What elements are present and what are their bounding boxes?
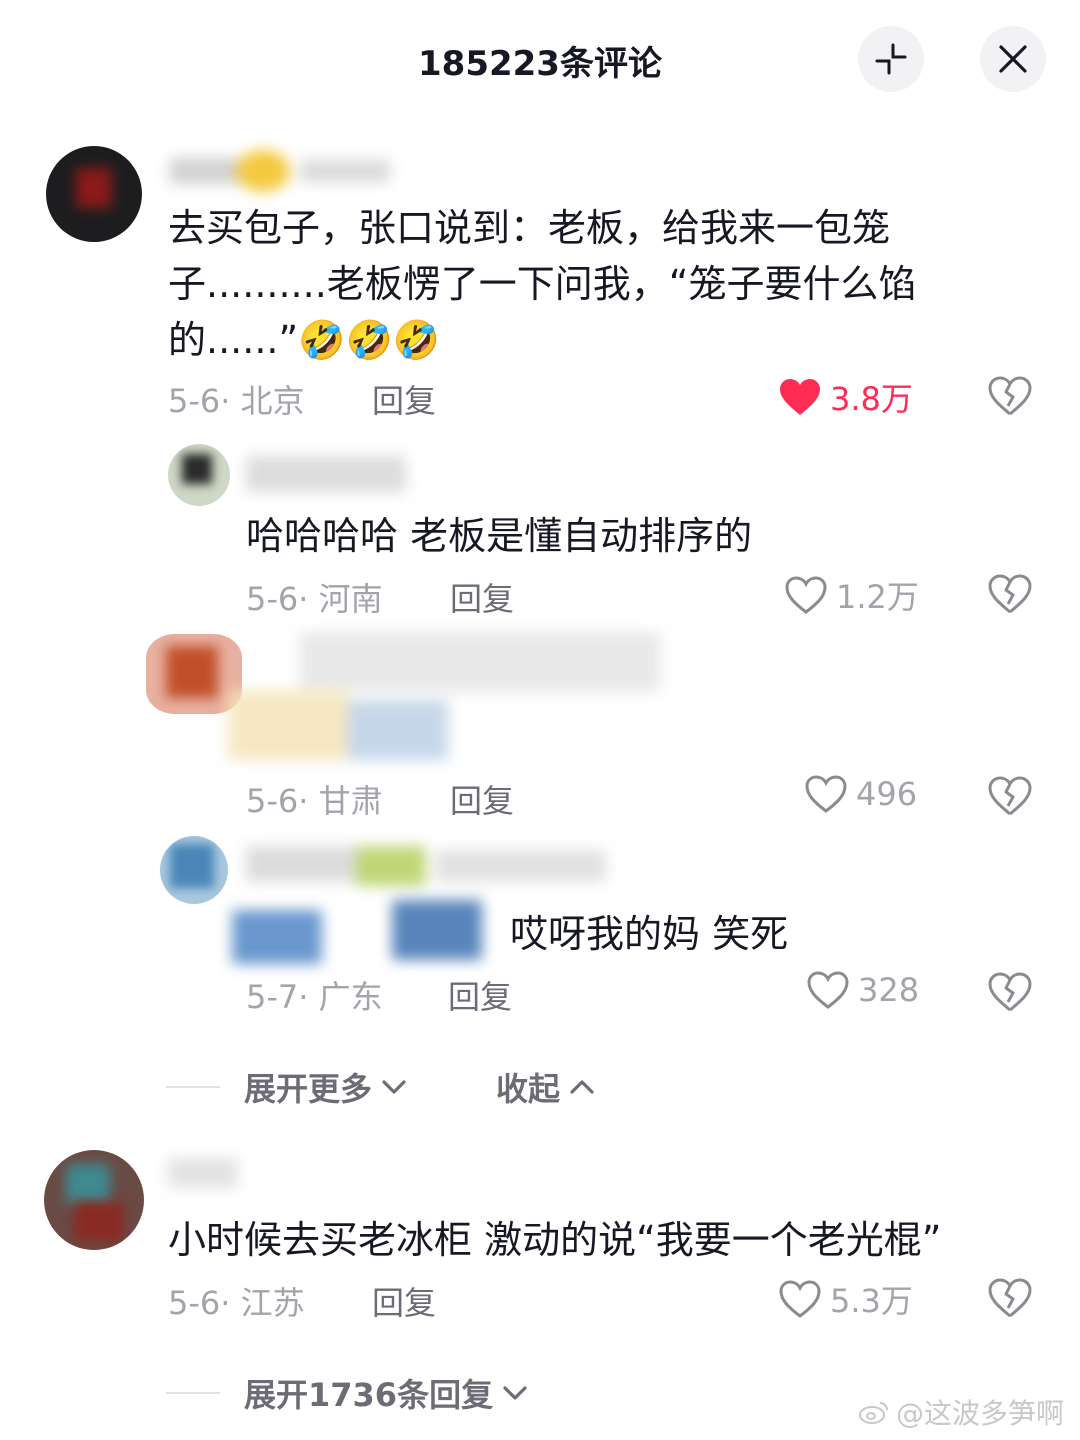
comment-text: 去买包子，张口说到：老板，给我来一包笼子..........老板愣了一下问我，“…: [168, 206, 917, 362]
expand-replies-row: 展开1736条回复: [166, 1370, 529, 1416]
divider: [166, 1392, 220, 1394]
comments-header: 185223条评论: [0, 0, 1080, 120]
expand-more-button[interactable]: 展开更多: [244, 1064, 408, 1110]
heart-outline-icon: [779, 1280, 821, 1318]
dislike-button[interactable]: [988, 776, 1032, 820]
avatar[interactable]: [44, 1150, 144, 1250]
like-button[interactable]: 3.8万: [778, 374, 913, 420]
like-button[interactable]: 496: [804, 774, 917, 814]
heart-filled-icon: [780, 379, 820, 415]
weibo-logo-icon: [859, 1402, 888, 1424]
avatar[interactable]: [168, 444, 230, 506]
dislike-button[interactable]: [988, 376, 1032, 420]
collapse-button[interactable]: 收起: [496, 1064, 596, 1110]
username-blurred[interactable]: [246, 846, 606, 886]
expand-replies-label: 展开1736条回复: [244, 1376, 494, 1414]
weibo-watermark: @这波多笋啊: [858, 1392, 1064, 1432]
broken-heart-icon: [988, 972, 1032, 1012]
username-blurred[interactable]: [170, 150, 390, 192]
watermark-text: @这波多笋啊: [896, 1397, 1065, 1430]
expand-replies-button[interactable]: 展开1736条回复: [244, 1370, 529, 1416]
like-count: 1.2万: [836, 578, 919, 616]
collapse-label: 收起: [496, 1070, 561, 1108]
collapse-arrows-icon: [875, 43, 907, 75]
reply-date-location: 5-6· 甘肃: [246, 782, 383, 820]
reply-text: 哎呀我的妈 笑死: [510, 912, 789, 956]
comment-date-location: 5-6· 北京: [168, 382, 305, 420]
reply-button[interactable]: 回复: [448, 972, 512, 1018]
close-button[interactable]: [980, 26, 1046, 92]
minimize-button[interactable]: [858, 26, 924, 92]
like-count: 3.8万: [830, 380, 913, 418]
avatar[interactable]: [46, 146, 142, 242]
thread-controls: 展开更多 收起: [166, 1064, 596, 1110]
broken-heart-icon: [988, 376, 1032, 416]
like-button[interactable]: 1.2万: [784, 572, 919, 618]
reply-date-location: 5-7· 广东: [246, 978, 383, 1016]
reply-button[interactable]: 回复: [450, 574, 514, 620]
avatar[interactable]: [160, 836, 228, 904]
dislike-button[interactable]: [988, 972, 1032, 1016]
like-button[interactable]: 5.3万: [778, 1276, 913, 1322]
broken-heart-icon: [988, 776, 1032, 816]
comment-date-location: 5-6· 江苏: [168, 1284, 305, 1322]
reply-mention-blurred: [232, 900, 492, 964]
chevron-down-icon: [503, 1386, 527, 1400]
like-count: 496: [856, 775, 918, 813]
reply-date-location: 5-6· 河南: [246, 580, 383, 618]
username-blurred[interactable]: [168, 1158, 238, 1188]
dislike-button[interactable]: [988, 574, 1032, 618]
username-blurred[interactable]: [246, 456, 406, 492]
heart-outline-icon: [807, 971, 849, 1009]
reply-button[interactable]: 回复: [450, 776, 514, 822]
expand-more-label: 展开更多: [244, 1070, 373, 1108]
chevron-down-icon: [382, 1080, 406, 1094]
close-icon: [999, 45, 1027, 73]
reply-text: 哈哈哈哈 老板是懂自动排序的: [246, 514, 753, 558]
like-count: 5.3万: [830, 1282, 913, 1320]
reply-button[interactable]: 回复: [372, 1278, 436, 1324]
heart-outline-icon: [785, 576, 827, 614]
broken-heart-icon: [988, 1278, 1032, 1318]
like-count: 328: [858, 971, 920, 1009]
reply-button[interactable]: 回复: [372, 376, 436, 422]
broken-heart-icon: [988, 574, 1032, 614]
divider: [166, 1086, 220, 1088]
chevron-up-icon: [570, 1080, 594, 1094]
dislike-button[interactable]: [988, 1278, 1032, 1322]
reply-text-blurred: [228, 690, 448, 760]
heart-outline-icon: [805, 775, 847, 813]
username-blurred[interactable]: [300, 632, 660, 692]
comment-text: 小时候去买老冰柜 激动的说“我要一个老光棍”: [168, 1218, 942, 1262]
like-button[interactable]: 328: [806, 970, 919, 1010]
